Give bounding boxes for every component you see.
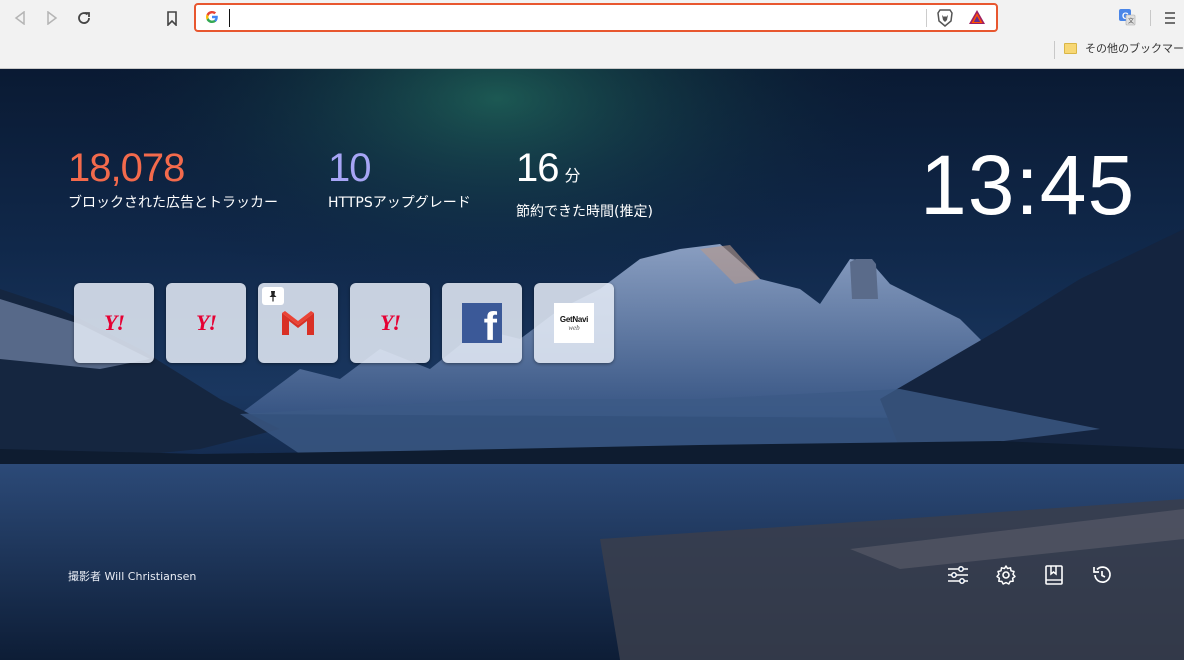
photo-credit: 撮影者 Will Christiansen [68,570,197,583]
gmail-logo-icon [282,311,314,335]
https-upgrades-stat: 10 HTTPSアップグレード [328,146,471,212]
time-saved-unit: 分 [564,168,581,185]
toolbar-divider [1150,10,1151,26]
pin-icon[interactable] [262,287,284,305]
brave-rewards-button[interactable] [968,9,986,29]
gear-icon [996,565,1016,585]
reload-icon [78,12,90,24]
bat-triangle-icon [969,10,985,24]
top-site-tile[interactable]: Y! [350,283,430,363]
google-g-icon [205,10,219,27]
ads-blocked-count: 18,078 [68,146,185,190]
bookmark-icon [167,10,177,26]
top-site-tile[interactable]: f [442,283,522,363]
yahoo-logo-icon: Y! [196,310,217,335]
bookmark-page-button[interactable] [160,6,184,30]
https-upgrades-label: HTTPSアップグレード [328,195,471,211]
time-saved-stat: 16 分 節約できた時間(推定) [516,146,653,221]
sliders-icon [948,566,968,584]
top-site-tile[interactable] [258,283,338,363]
forward-button[interactable] [40,6,64,30]
folder-icon [1064,42,1077,54]
top-site-tile[interactable]: Y! [166,283,246,363]
svg-text:文: 文 [1128,17,1134,25]
other-bookmarks-folder[interactable]: その他のブックマーク [1064,40,1184,56]
getnavi-logo-icon: GetNavi web [554,303,594,343]
history-clock-icon [1093,566,1111,583]
back-arrow-icon [14,11,25,25]
time-saved-count: 16 [516,146,559,190]
https-upgrades-count: 10 [328,146,371,190]
yahoo-logo-icon: Y! [104,310,125,335]
back-button[interactable] [8,6,32,30]
address-divider [926,9,927,27]
google-translate-extension[interactable]: G 文 [1118,8,1136,30]
top-site-tile[interactable]: GetNavi web [534,283,614,363]
new-tab-page: 18,078 ブロックされた広告とトラッカー 10 HTTPSアップグレード 1… [0,69,1184,660]
hamburger-menu-icon [1165,12,1175,24]
ads-blocked-label: ブロックされた広告とトラッカー [68,195,278,211]
history-button[interactable] [1090,563,1114,587]
ntp-toolbar [946,563,1114,587]
yahoo-logo-icon: Y! [380,310,401,335]
ads-blocked-stat: 18,078 ブロックされた広告とトラッカー [68,146,278,212]
bookmarks-button[interactable] [1042,563,1066,587]
address-bar[interactable] [194,3,998,32]
brave-shields-button[interactable] [936,8,954,32]
other-bookmarks-label: その他のブックマーク [1085,42,1184,55]
bookmark-book-icon [1045,565,1063,585]
browser-toolbar: G 文 その他のブックマーク [0,0,1184,69]
facebook-logo-icon: f [462,303,502,343]
main-menu-button[interactable] [1164,10,1176,29]
url-input[interactable] [230,8,910,27]
reload-button[interactable] [72,6,96,30]
settings-button[interactable] [994,563,1018,587]
bookmarks-divider [1054,41,1055,59]
time-saved-label: 節約できた時間(推定) [516,204,653,220]
clock: 13:45 [920,138,1136,232]
top-sites: Y! Y! Y! f GetNavi web [74,283,614,363]
brave-lion-icon [937,9,953,27]
top-site-tile[interactable]: Y! [74,283,154,363]
customize-button[interactable] [946,563,970,587]
translate-icon: G 文 [1119,9,1136,26]
forward-arrow-icon [47,11,58,25]
